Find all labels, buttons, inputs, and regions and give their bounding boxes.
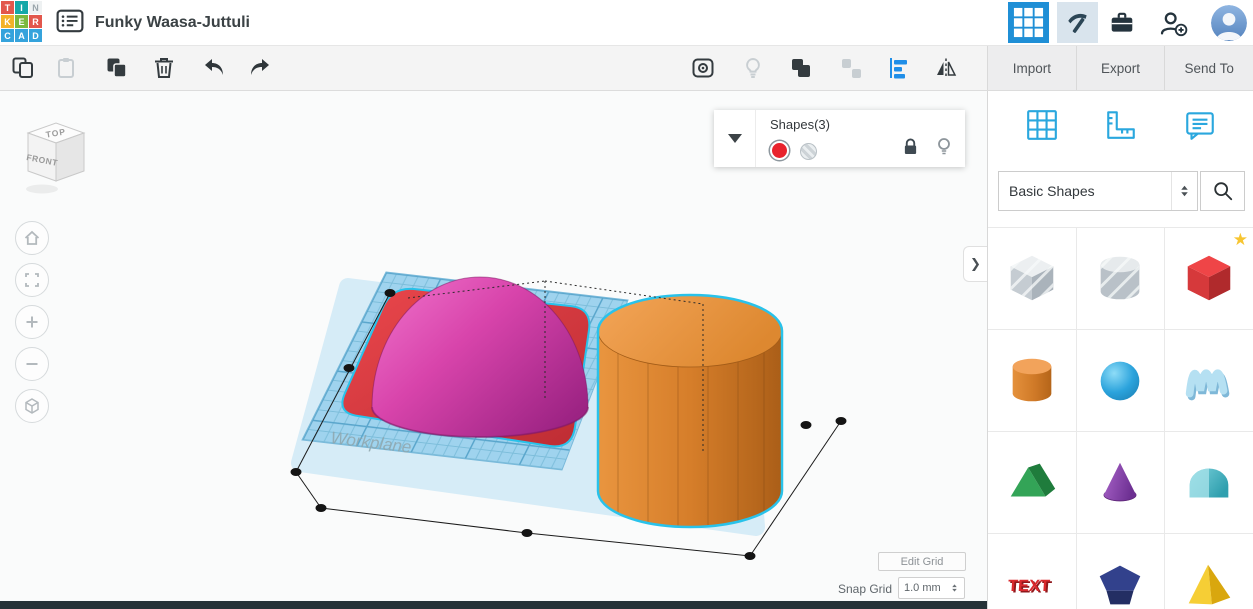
align-button[interactable] — [886, 55, 912, 81]
text-shape-label: TEXT — [1007, 576, 1050, 594]
scene-3d[interactable]: Workplane — [0, 91, 987, 609]
shape-orange-cylinder[interactable] — [596, 293, 784, 536]
show-all-button[interactable] — [690, 55, 716, 81]
selection-handle[interactable] — [521, 529, 533, 537]
classes-button[interactable] — [1104, 5, 1140, 41]
view-cube[interactable]: TOP FRONT — [20, 117, 92, 206]
top-bar: TIN KER CAD Funky Waasa-Juttuli — [0, 0, 1253, 45]
zoom-in-button[interactable] — [15, 305, 49, 339]
selection-title: Shapes(3) — [770, 117, 830, 132]
grid-icon — [1013, 7, 1044, 38]
ungroup-button[interactable] — [838, 55, 864, 81]
shapes-panel: Basic Shapes ★ TEXT TEXT — [987, 91, 1253, 609]
hide-shape-button[interactable] — [936, 137, 952, 161]
copy-button[interactable] — [10, 55, 36, 81]
undo-button[interactable] — [201, 55, 227, 81]
snap-grid-value: 1.0 mm — [904, 582, 941, 594]
user-avatar[interactable] — [1211, 5, 1247, 41]
shape-cylinder-hole[interactable] — [1076, 228, 1165, 329]
main-toolbar: Import Export Send To — [0, 45, 1253, 91]
snap-grid-dropdown[interactable]: 1.0 mm — [898, 577, 965, 599]
selection-handle[interactable] — [800, 421, 812, 429]
home-icon — [24, 230, 40, 245]
shape-sphere[interactable] — [1076, 330, 1165, 431]
selection-handle[interactable] — [290, 468, 302, 476]
mirror-button[interactable] — [933, 55, 959, 81]
bottom-strip — [0, 601, 987, 609]
plus-icon — [26, 316, 38, 328]
minus-icon — [26, 363, 38, 365]
dashboard-button[interactable] — [1008, 2, 1049, 43]
shape-polygon[interactable] — [1076, 534, 1165, 609]
shape-category-select[interactable]: Basic Shapes — [998, 171, 1199, 211]
viewport[interactable]: Workplane TOP FRONT Edit Grid Snap Grid … — [0, 91, 987, 609]
search-icon — [1213, 182, 1232, 201]
spinner-icon — [952, 584, 957, 592]
design-title[interactable]: Funky Waasa-Juttuli — [95, 0, 250, 45]
tinkercad-logo[interactable]: TIN KER CAD — [1, 1, 44, 44]
color-swatch-red[interactable] — [770, 141, 789, 160]
color-swatch-hole[interactable] — [800, 143, 817, 160]
fit-view-icon — [25, 273, 39, 287]
duplicate-button[interactable] — [104, 55, 130, 81]
hide-button[interactable] — [740, 55, 766, 81]
selection-info-panel: Shapes(3) — [714, 110, 965, 167]
perspective-toggle-button[interactable] — [15, 389, 49, 423]
select-spinner-icon — [1171, 172, 1197, 210]
zoom-out-button[interactable] — [15, 347, 49, 381]
shape-cylinder[interactable] — [988, 330, 1076, 431]
tinkercad-app: TIN KER CAD Funky Waasa-Juttuli Import E… — [0, 0, 1253, 609]
fit-view-button[interactable] — [15, 263, 49, 297]
import-button[interactable]: Import — [987, 46, 1076, 90]
notes-tool-button[interactable] — [1183, 108, 1217, 147]
briefcase-icon — [1111, 12, 1133, 32]
selection-handle[interactable] — [315, 504, 327, 512]
group-button[interactable] — [788, 55, 814, 81]
export-button[interactable]: Export — [1075, 46, 1165, 90]
shape-text[interactable]: TEXT TEXT — [988, 534, 1076, 609]
shape-box[interactable]: ★ — [1165, 228, 1253, 329]
paste-button[interactable] — [53, 55, 79, 81]
shape-box-hole[interactable] — [988, 228, 1076, 329]
pickaxe-icon — [1067, 13, 1087, 33]
shape-roof[interactable] — [988, 432, 1076, 533]
selection-handle[interactable] — [744, 552, 756, 560]
edit-grid-button[interactable]: Edit Grid — [878, 552, 966, 571]
shape-cone[interactable] — [1076, 432, 1165, 533]
workplane-icon — [1026, 109, 1057, 140]
add-person-icon — [1160, 12, 1188, 37]
tinker-button[interactable] — [1057, 2, 1098, 43]
chevron-right-icon: ❯ — [970, 256, 981, 272]
selection-handle[interactable] — [835, 417, 847, 425]
send-to-button[interactable]: Send To — [1164, 46, 1253, 90]
panel-collapse-button[interactable]: ❯ — [963, 246, 987, 282]
delete-button[interactable] — [151, 55, 177, 81]
shape-category-value: Basic Shapes — [1009, 183, 1095, 199]
selection-handle[interactable] — [384, 289, 396, 297]
workplane-tool-button[interactable] — [1025, 108, 1059, 147]
ruler-tool-button[interactable] — [1104, 108, 1138, 147]
notes-icon — [1185, 111, 1214, 140]
shape-scribble[interactable] — [1165, 330, 1253, 431]
shape-search-button[interactable] — [1200, 171, 1245, 211]
shape-pyramid[interactable] — [1165, 534, 1253, 609]
perspective-cube-icon — [25, 398, 39, 414]
home-view-button[interactable] — [15, 221, 49, 255]
toolbar-actions: Import Export Send To — [987, 46, 1253, 90]
lightbulb-icon — [938, 138, 950, 155]
lock-icon — [904, 138, 917, 154]
selection-collapse-button[interactable] — [714, 110, 756, 167]
favorite-star-icon[interactable]: ★ — [1233, 230, 1248, 250]
shape-round-roof[interactable] — [1165, 432, 1253, 533]
design-properties-icon[interactable] — [56, 9, 84, 35]
ruler-icon — [1106, 110, 1135, 139]
chevron-down-icon — [727, 134, 742, 143]
redo-button[interactable] — [247, 55, 273, 81]
selection-handle[interactable] — [343, 364, 355, 372]
invite-button[interactable] — [1152, 5, 1194, 41]
shape-gallery: ★ TEXT TEXT — [988, 227, 1253, 609]
lock-button[interactable] — [903, 137, 918, 160]
snap-grid-label: Snap Grid — [837, 582, 892, 596]
